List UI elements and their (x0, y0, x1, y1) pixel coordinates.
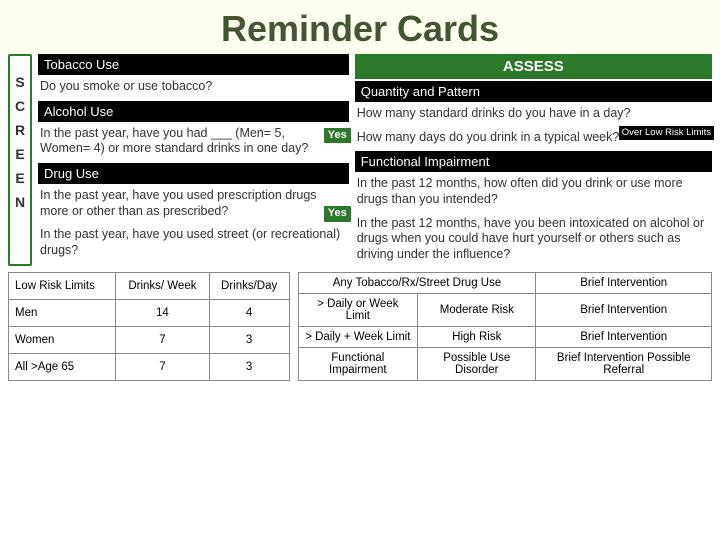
left-column: Tobacco Use Do you smoke or use tobacco?… (38, 54, 349, 266)
fi-q2: In the past 12 months, have you been int… (355, 214, 712, 267)
table-cell: > Daily or Week Limit (298, 294, 418, 327)
intervention-table: Any Tobacco/Rx/Street Drug Use Brief Int… (298, 272, 712, 381)
table-cell: Brief Intervention (536, 327, 712, 348)
screen-letter: E (15, 170, 24, 186)
table-cell: 4 (209, 300, 289, 327)
table-header: Low Risk Limits (9, 273, 116, 300)
table-cell: Functional Impairment (298, 348, 418, 381)
quantity-pattern-header: Quantity and Pattern (355, 81, 712, 102)
screen-acronym: S C R E E N (8, 54, 32, 266)
alcohol-question: In the past year, have you had ___ (Men=… (38, 124, 349, 161)
table-cell: High Risk (418, 327, 536, 348)
low-risk-limits-table: Low Risk Limits Drinks/ Week Drinks/Day … (8, 272, 290, 381)
table-header: Drinks/ Week (116, 273, 210, 300)
table-header: Brief Intervention (536, 273, 712, 294)
assess-q1: How many standard drinks do you have in … (355, 104, 712, 126)
tobacco-header: Tobacco Use (38, 54, 349, 75)
yes-badge: Yes (324, 128, 351, 144)
table-cell: Brief Intervention (536, 294, 712, 327)
table-cell: Women (9, 327, 116, 354)
table-row: Functional Impairment Possible Use Disor… (298, 348, 711, 381)
main-layout: S C R E E N Tobacco Use Do you smoke or … (0, 54, 720, 266)
alcohol-question-text: In the past year, have you had ___ (Men=… (40, 126, 308, 156)
table-row: Men 14 4 (9, 300, 290, 327)
page-title: Reminder Cards (0, 0, 720, 54)
screen-letter: N (15, 194, 25, 210)
drug-header: Drug Use (38, 163, 349, 184)
table-cell: 7 (116, 327, 210, 354)
table-cell: Brief Intervention Possible Referral (536, 348, 712, 381)
table-cell: Possible Use Disorder (418, 348, 536, 381)
assess-q2-text: How many days do you drink in a typical … (357, 130, 620, 144)
tables-row: Low Risk Limits Drinks/ Week Drinks/Day … (0, 266, 720, 389)
table-cell: Men (9, 300, 116, 327)
table-cell: All >Age 65 (9, 354, 116, 381)
functional-impairment-header: Functional Impairment (355, 151, 712, 172)
table-row: Women 7 3 (9, 327, 290, 354)
table-row: Low Risk Limits Drinks/ Week Drinks/Day (9, 273, 290, 300)
table-header: Any Tobacco/Rx/Street Drug Use (298, 273, 536, 294)
screen-letter: C (15, 98, 25, 114)
tobacco-question: Do you smoke or use tobacco? (38, 77, 349, 99)
table-header: Drinks/Day (209, 273, 289, 300)
table-row: > Daily + Week Limit High Risk Brief Int… (298, 327, 711, 348)
drug-question-2: In the past year, have you used street (… (38, 225, 349, 262)
yes-badge: Yes (324, 206, 351, 222)
table-row: Any Tobacco/Rx/Street Drug Use Brief Int… (298, 273, 711, 294)
drug-question-1-text: In the past year, have you used prescrip… (40, 188, 317, 218)
table-cell: 3 (209, 354, 289, 381)
table-row: All >Age 65 7 3 (9, 354, 290, 381)
right-column: ASSESS Quantity and Pattern How many sta… (355, 54, 712, 266)
table-cell: 14 (116, 300, 210, 327)
drug-question-1: In the past year, have you used prescrip… (38, 186, 349, 223)
over-low-risk-box: Over Low Risk Limits (619, 126, 714, 140)
table-row: > Daily or Week Limit Moderate Risk Brie… (298, 294, 711, 327)
screen-letter: R (15, 122, 25, 138)
screen-letter: S (15, 74, 24, 90)
table-cell: > Daily + Week Limit (298, 327, 418, 348)
screen-letter: E (15, 146, 24, 162)
alcohol-header: Alcohol Use (38, 101, 349, 122)
table-cell: 3 (209, 327, 289, 354)
table-cell: Moderate Risk (418, 294, 536, 327)
table-cell: 7 (116, 354, 210, 381)
fi-q1: In the past 12 months, how often did you… (355, 174, 712, 211)
assess-q2: How many days do you drink in a typical … (355, 128, 712, 150)
assess-header: ASSESS (355, 54, 712, 79)
